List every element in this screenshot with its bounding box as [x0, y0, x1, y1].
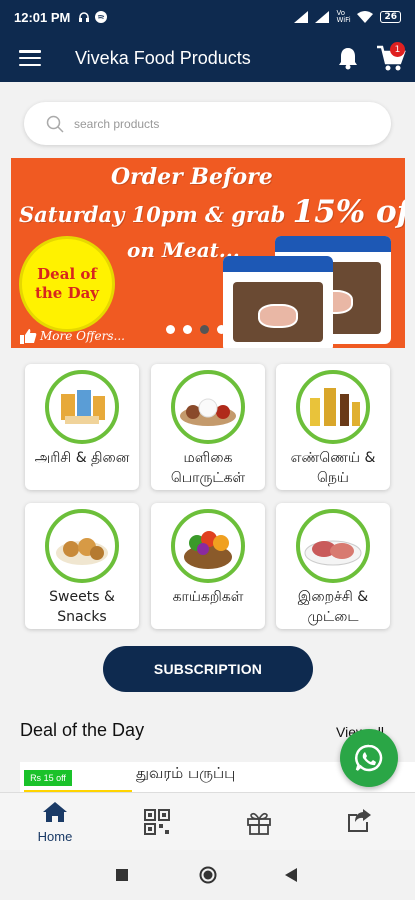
headphones-icon — [79, 12, 90, 22]
search-icon — [46, 115, 64, 133]
home-icon — [43, 802, 67, 822]
category-label: அரிசி & தினை — [34, 450, 130, 466]
qr-grid-icon — [144, 809, 170, 835]
nav-categories[interactable] — [132, 809, 182, 839]
app-title: Viveka Food Products — [75, 47, 251, 68]
menu-icon[interactable] — [19, 50, 41, 66]
more-offers-link[interactable]: More Offers... — [19, 328, 125, 344]
recent-apps-icon[interactable] — [116, 869, 128, 881]
nav-home-label: Home — [37, 829, 73, 844]
search-input[interactable] — [74, 116, 354, 131]
nav-offers[interactable] — [234, 809, 284, 839]
groceries-icon — [171, 370, 245, 444]
app-bar: Viveka Food Products 1 — [0, 34, 415, 82]
share-icon — [348, 809, 371, 832]
deal-of-the-day-badge: Deal of the Day — [19, 236, 115, 332]
subscription-button[interactable]: SUBSCRIPTION — [103, 646, 313, 692]
deal-product-name: துவரம் பருப்பு — [136, 764, 236, 782]
carousel-dots — [166, 325, 226, 334]
whatsapp-icon — [354, 744, 383, 772]
battery-indicator: 26 — [380, 11, 401, 23]
discount-badge: Rs 15 off — [24, 770, 72, 786]
nav-home[interactable]: Home — [30, 801, 80, 844]
banner-line-1: Order Before — [111, 164, 273, 190]
carousel-dot-active[interactable] — [200, 325, 209, 334]
meat-icon — [296, 509, 370, 583]
thumbs-up-icon — [20, 329, 37, 344]
category-card-rice[interactable]: அரிசி & தினை — [25, 364, 139, 490]
carousel-dot[interactable] — [183, 325, 192, 334]
carousel-dot[interactable] — [166, 325, 175, 334]
category-label: காய்கறிகள் — [172, 589, 244, 605]
category-label: எண்ணெய் & நெய் — [290, 450, 376, 486]
signal-icon — [294, 11, 309, 23]
meat-tub-image — [223, 256, 333, 348]
wifi-label: Vo WiFi — [336, 9, 351, 24]
system-navigation-bar — [0, 850, 415, 900]
gift-icon — [247, 812, 271, 835]
category-label: இறைச்சி & முட்டை — [297, 589, 369, 625]
status-time: 12:01 PM — [14, 9, 71, 25]
cart-count-badge: 1 — [390, 42, 405, 57]
snacks-icon — [45, 509, 119, 583]
spotify-icon — [95, 11, 108, 23]
notification-bell-icon[interactable] — [337, 46, 359, 70]
nav-share[interactable] — [335, 809, 385, 837]
wifi-icon — [357, 11, 374, 23]
home-circle-icon[interactable] — [199, 866, 217, 884]
status-bar: 12:01 PM Vo WiFi 26 — [0, 0, 415, 34]
vegetables-basket-icon — [171, 509, 245, 583]
promo-banner[interactable]: Order Before Saturday 10pm & grab 15% of… — [11, 158, 405, 348]
rice-bags-icon — [45, 370, 119, 444]
deal-section-title: Deal of the Day — [20, 720, 145, 740]
category-label: மளிகை பொருட்கள் — [170, 450, 246, 486]
category-card-oil[interactable]: எண்ணெய் & நெய் — [276, 364, 390, 490]
banner-line-2: Saturday 10pm & grab 15% offer — [19, 194, 405, 230]
back-icon[interactable] — [285, 868, 298, 882]
category-card-snacks[interactable]: Sweets & Snacks — [25, 503, 139, 629]
oil-bottles-icon — [296, 370, 370, 444]
category-card-meat[interactable]: இறைச்சி & முட்டை — [276, 503, 390, 629]
category-card-groceries[interactable]: மளிகை பொருட்கள் — [151, 364, 265, 490]
category-card-vegetables[interactable]: காய்கறிகள் — [151, 503, 265, 629]
whatsapp-button[interactable] — [340, 729, 398, 787]
category-label: Sweets & Snacks — [49, 589, 115, 625]
signal-icon-2 — [315, 11, 330, 23]
search-bar[interactable] — [24, 102, 391, 145]
bottom-navigation: Home — [0, 792, 415, 850]
